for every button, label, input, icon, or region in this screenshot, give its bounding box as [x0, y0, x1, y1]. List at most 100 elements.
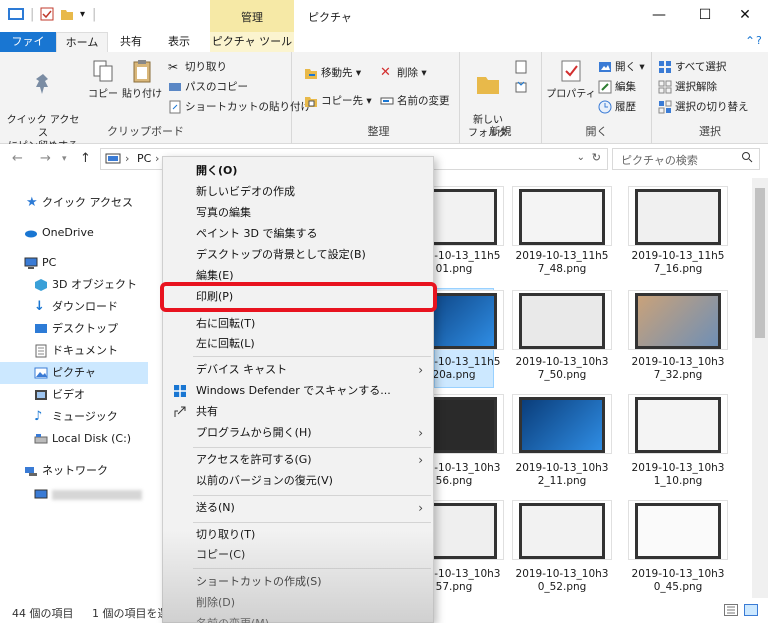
file-name[interactable]: 2019-10-13_10h3 7_32.png — [618, 356, 738, 382]
menu-item-create-shortcut[interactable]: ショートカットの作成(S) — [163, 572, 433, 592]
recent-locations-icon[interactable]: ▾ — [62, 154, 67, 164]
rename-button[interactable]: 名前の変更 — [380, 92, 450, 110]
refresh-icon[interactable]: ↻ — [592, 151, 601, 164]
tab-share[interactable]: 共有 — [112, 32, 150, 52]
move-to-button[interactable]: 移動先 ▾ — [304, 64, 361, 82]
nav-pictures[interactable]: ピクチャ — [0, 362, 148, 384]
properties-button[interactable]: プロパティ — [546, 58, 596, 101]
file-name[interactable]: 2019-10-13_10h3 7_50.png — [502, 356, 622, 382]
search-box[interactable]: ピクチャの検索 — [612, 148, 760, 170]
menu-item-defender-scan[interactable]: Windows Defender でスキャンする... — [163, 381, 433, 401]
new-item-button[interactable] — [514, 58, 531, 76]
copy-path-button[interactable]: パスのコピー — [168, 78, 248, 96]
menu-item-send-to[interactable]: 送る(N) › — [163, 498, 433, 518]
select-all-button[interactable]: すべて選択 — [658, 58, 726, 76]
manage-context-tab[interactable]: 管理 — [210, 0, 294, 32]
properties-quick-icon[interactable] — [40, 7, 54, 25]
breadcrumb-pc[interactable]: PC — [137, 152, 151, 165]
nav-documents[interactable]: ドキュメント — [0, 340, 148, 362]
nav-network[interactable]: ネットワーク — [0, 460, 148, 482]
tab-home[interactable]: ホーム — [56, 32, 108, 52]
file-thumbnail[interactable] — [512, 290, 612, 350]
vertical-scrollbar[interactable] — [752, 178, 768, 598]
menu-item-new-video[interactable]: 新しいビデオの作成 — [163, 182, 433, 202]
file-thumbnail[interactable] — [512, 500, 612, 560]
file-name[interactable]: 2019-10-13_10h3 0_45.png — [618, 568, 738, 594]
back-arrow-icon[interactable]: ← — [12, 151, 23, 166]
file-thumbnail[interactable] — [512, 186, 612, 246]
invert-selection-button[interactable]: 選択の切り替え — [658, 98, 749, 116]
file-name[interactable]: 2019-10-13_11h5 7_16.png — [618, 250, 738, 276]
copy-to-button[interactable]: コピー先 ▾ — [304, 92, 372, 110]
menu-item-edit-photo[interactable]: 写真の編集 — [163, 203, 433, 223]
search-icon[interactable] — [741, 151, 753, 166]
disk-icon — [34, 434, 48, 444]
paste-shortcut-button[interactable]: ショートカットの貼り付け — [168, 98, 311, 116]
paste-button[interactable]: 貼り付け — [120, 58, 164, 101]
file-name[interactable]: 2019-10-13_10h3 0_52.png — [502, 568, 622, 594]
easy-access-button[interactable] — [514, 78, 531, 96]
star-icon: ★ — [26, 195, 38, 210]
file-name[interactable]: 2019-10-13_10h3 1_10.png — [618, 462, 738, 488]
nav-pc[interactable]: PC — [0, 252, 148, 274]
menu-item-rename[interactable]: 名前の変更(M) — [163, 614, 433, 623]
address-dropdown-icon[interactable]: ⌄ — [577, 152, 585, 163]
scrollbar-thumb[interactable] — [755, 188, 765, 338]
properties-label: プロパティ — [546, 89, 596, 100]
menu-item-restore-versions-label: 以前のバージョンの復元(V) — [196, 474, 333, 487]
nav-music[interactable]: ♪ ミュージック — [0, 406, 148, 428]
menu-item-open-with[interactable]: プログラムから開く(H) › — [163, 423, 433, 443]
menu-item-share[interactable]: 共有 — [163, 402, 433, 422]
tab-file[interactable]: ファイル — [0, 32, 56, 68]
close-button[interactable]: ✕ — [722, 0, 768, 32]
nav-network-computer[interactable] — [0, 484, 148, 506]
tab-view[interactable]: 表示 — [160, 32, 198, 52]
nav-quick-access[interactable]: ★ クイック アクセス — [0, 192, 148, 214]
cut-button[interactable]: ✂ 切り取り — [168, 58, 227, 76]
file-thumbnail[interactable] — [512, 394, 612, 454]
file-name[interactable]: 2019-10-13_11h5 7_48.png — [502, 250, 622, 276]
menu-item-cut[interactable]: 切り取り(T) — [163, 525, 433, 545]
menu-item-rotate-left[interactable]: 左に回転(L) — [163, 334, 433, 354]
tab-picture-tools[interactable]: ピクチャ ツール — [210, 32, 294, 52]
forward-arrow-icon[interactable]: → — [40, 151, 51, 166]
ribbon-collapse-icon[interactable]: ⌃ — [745, 34, 755, 48]
menu-item-delete[interactable]: 削除(D) — [163, 593, 433, 613]
nav-desktop[interactable]: デスクトップ — [0, 318, 148, 340]
nav-videos[interactable]: ビデオ — [0, 384, 148, 406]
minimize-button[interactable]: — — [636, 0, 682, 32]
item-count: 44 個の項目 — [12, 607, 74, 620]
menu-item-set-background[interactable]: デスクトップの背景として設定(B) — [163, 245, 433, 265]
customize-quick-access-icon[interactable]: ▾ — [80, 9, 85, 20]
edit-label: 編集 — [615, 81, 636, 93]
up-arrow-icon[interactable]: ↑ — [80, 151, 91, 166]
file-name[interactable]: 2019-10-13_10h3 2_11.png — [502, 462, 622, 488]
delete-button[interactable]: ✕ 削除 ▾ — [380, 64, 427, 82]
file-thumbnail[interactable] — [628, 186, 728, 246]
file-thumbnail[interactable] — [628, 290, 728, 350]
menu-item-restore-versions[interactable]: 以前のバージョンの復元(V) — [163, 471, 433, 491]
large-icons-view-icon[interactable] — [744, 604, 758, 619]
help-icon[interactable]: ? — [756, 34, 762, 47]
menu-item-rotate-right[interactable]: 右に回転(T) — [163, 314, 433, 334]
nav-onedrive[interactable]: OneDrive — [0, 222, 148, 244]
details-view-icon[interactable] — [724, 604, 738, 619]
file-thumbnail[interactable] — [628, 500, 728, 560]
explorer-app-icon[interactable] — [8, 7, 24, 25]
nav-local-disk[interactable]: Local Disk (C:) — [0, 428, 148, 450]
nav-downloads[interactable]: ↓ ダウンロード — [0, 296, 148, 318]
menu-item-paint3d[interactable]: ペイント 3D で編集する — [163, 224, 433, 244]
file-thumbnail[interactable] — [628, 394, 728, 454]
copy-button[interactable]: コピー — [86, 58, 120, 101]
menu-item-cast[interactable]: デバイス キャスト › — [163, 360, 433, 380]
history-button[interactable]: 履歴 — [598, 98, 636, 116]
menu-item-copy[interactable]: コピー(C) — [163, 545, 433, 565]
nav-3d-objects[interactable]: 3D オブジェクト — [0, 274, 148, 296]
menu-item-open[interactable]: 開く(O) — [163, 161, 433, 181]
select-none-button[interactable]: 選択解除 — [658, 78, 717, 96]
open-button[interactable]: 開く ▾ — [598, 58, 645, 76]
search-placeholder: ピクチャの検索 — [621, 154, 698, 167]
edit-button[interactable]: 編集 — [598, 78, 636, 96]
new-folder-quick-icon[interactable] — [60, 7, 74, 25]
menu-item-give-access[interactable]: アクセスを許可する(G) › — [163, 450, 433, 470]
